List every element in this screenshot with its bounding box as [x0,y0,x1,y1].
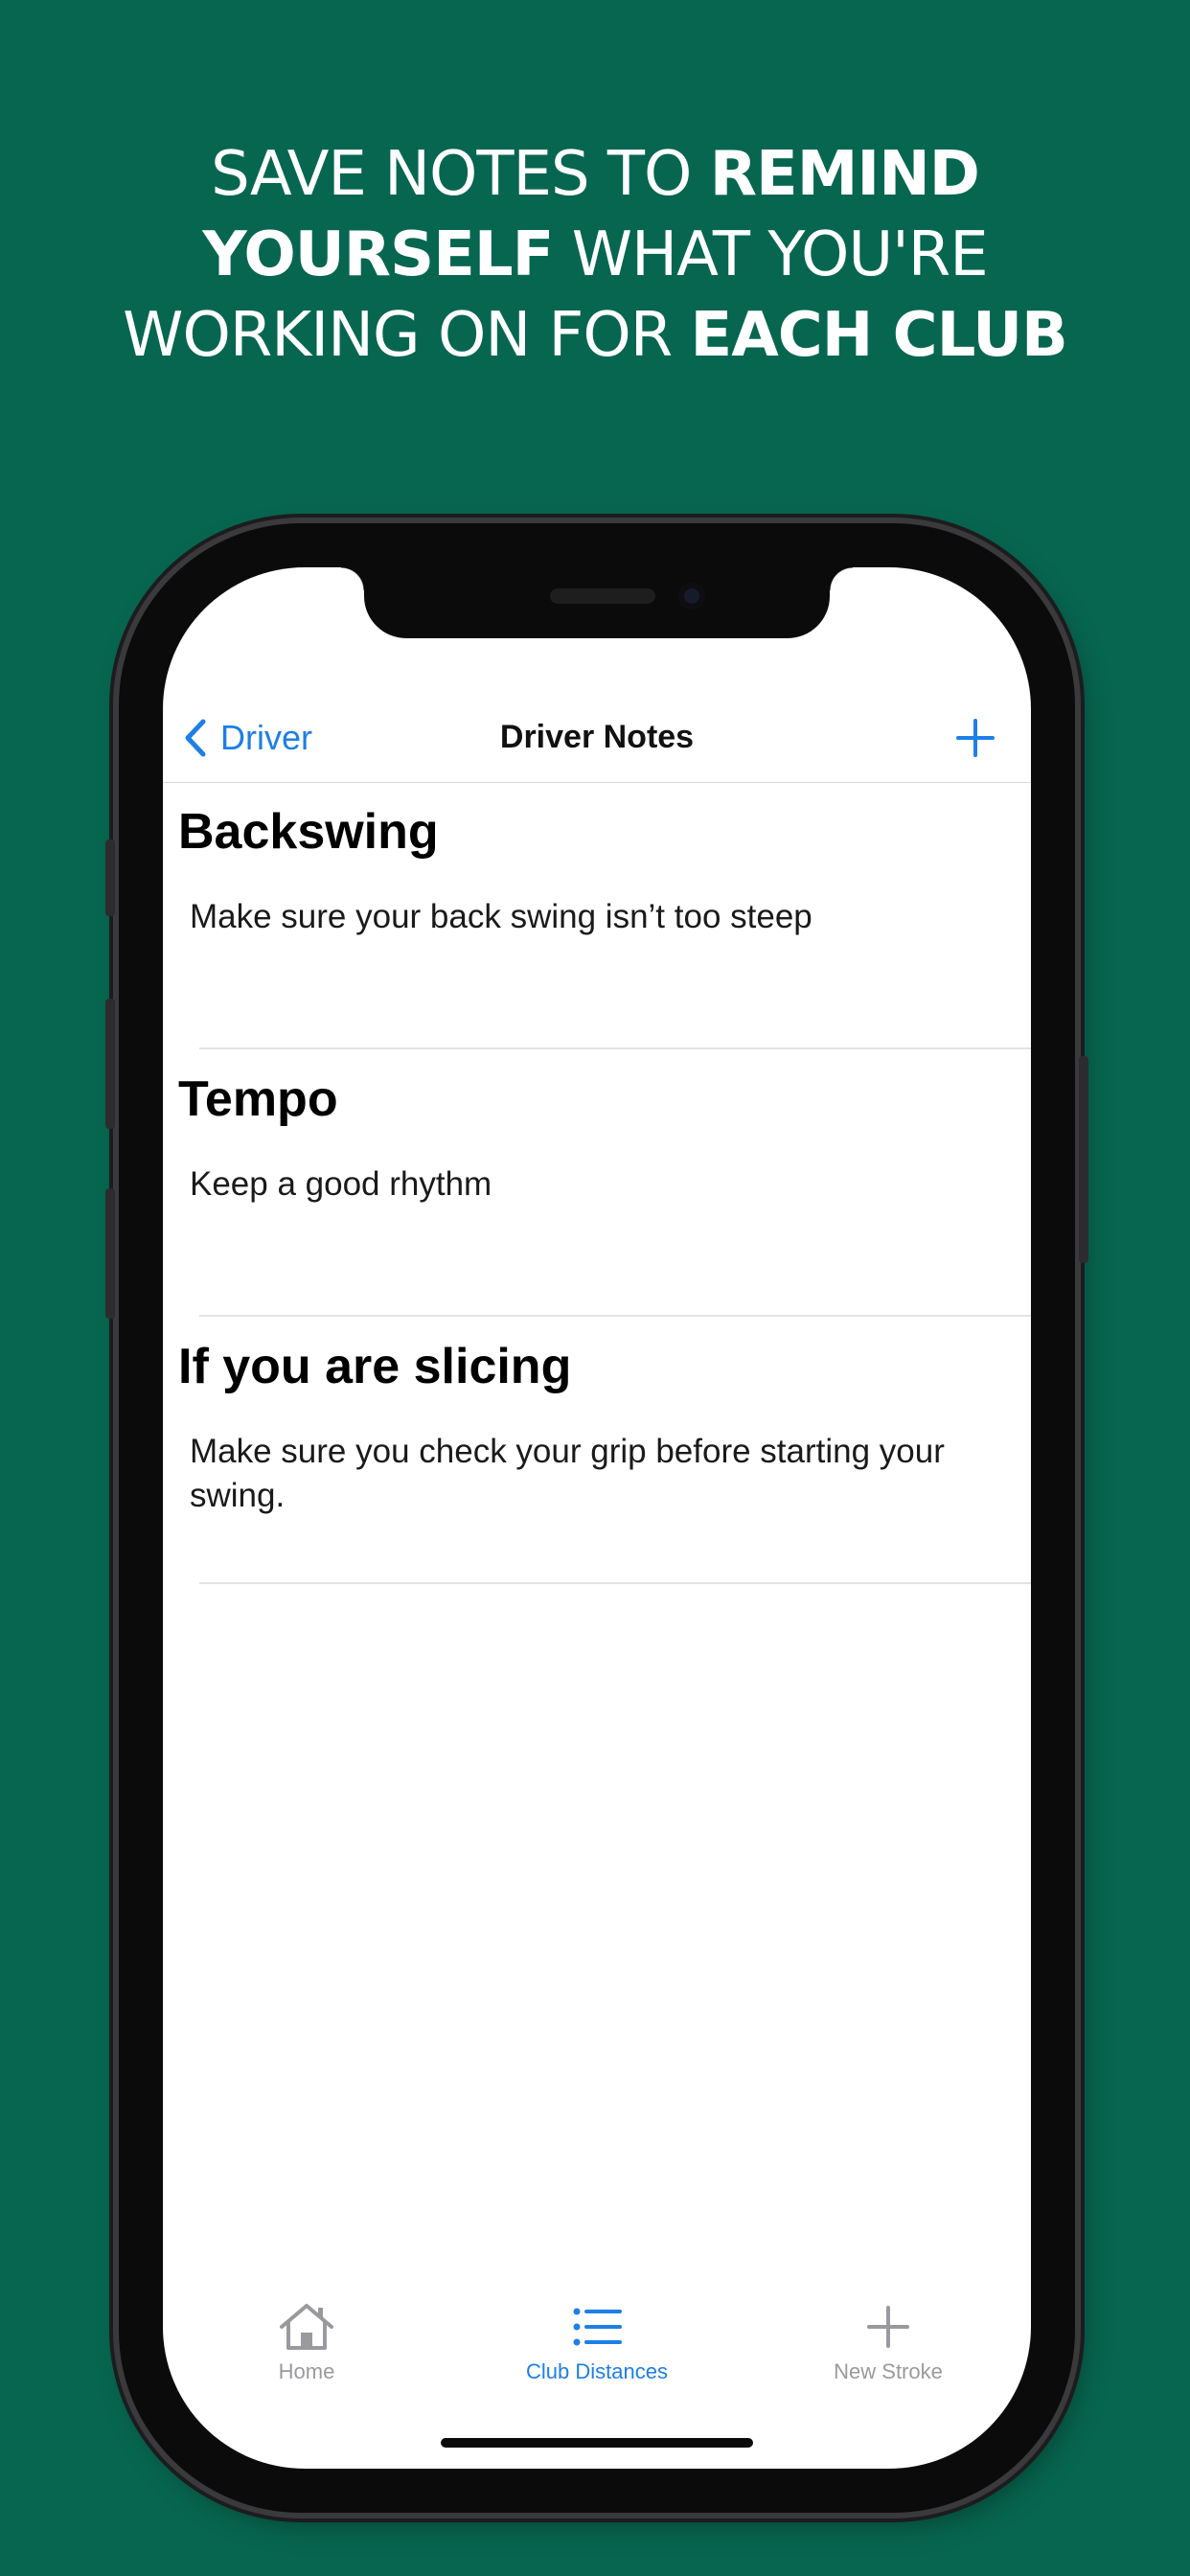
plus-icon [956,719,995,757]
note-title: If you are slicing [178,1339,572,1394]
headline-emphasis: EACH CLUB [690,300,1068,371]
home-indicator[interactable] [441,2438,753,2448]
tab-bar: Home Club Distances New Stroke [163,2302,1031,2407]
page-title: Driver Notes [499,719,695,755]
navigation-bar: Driver Driver Notes [163,694,1031,783]
earpiece-speaker [550,588,655,604]
volume-up-button [105,999,115,1129]
phone-screen: Driver Driver Notes Backswing Make sure … [163,567,1031,2469]
note-title: Backswing [178,804,439,860]
headline-text: WORKING ON FOR [123,300,691,371]
note-item[interactable]: If you are slicing Make sure you check y… [163,1317,1031,1584]
tab-label: Club Distances [526,2359,668,2383]
note-body: Make sure your back swing isn’t too stee… [190,898,812,935]
mute-switch [105,840,115,916]
headline-emphasis: REMIND [709,139,980,210]
power-button [1079,1056,1088,1263]
house-icon [280,2304,333,2350]
plus-icon [867,2306,909,2348]
note-body: Make sure you check your grip before sta… [190,1433,945,1514]
volume-down-button [105,1188,115,1319]
note-title: Tempo [178,1071,338,1127]
tab-home[interactable]: Home [192,2302,422,2384]
add-note-button[interactable] [956,719,995,757]
tab-club-distances[interactable]: Club Distances [482,2302,712,2384]
headline-line-2: YOURSELF WHAT YOU'RE [0,215,1190,295]
promo-headline: SAVE NOTES TO REMIND YOURSELF WHAT YOU'R… [0,134,1190,376]
headline-text: SAVE NOTES TO [211,139,710,210]
list-icon [573,2308,622,2346]
headline-line-3: WORKING ON FOR EACH CLUB [0,295,1190,376]
note-body: Keep a good rhythm [190,1165,492,1203]
phone-frame: Driver Driver Notes Backswing Make sure … [105,523,1088,2513]
front-camera [678,583,705,610]
divider [199,1582,1031,1584]
note-item[interactable]: Tempo Keep a good rhythm [163,1049,1031,1317]
notes-list: Backswing Make sure your back swing isn’… [163,782,1031,1584]
tab-label: Home [278,2359,335,2383]
notch [341,567,853,638]
headline-text: WHAT YOU'RE [553,219,989,290]
headline-line-1: SAVE NOTES TO REMIND [0,134,1190,215]
tab-new-stroke[interactable]: New Stroke [773,2302,1003,2384]
note-item[interactable]: Backswing Make sure your back swing isn’… [163,782,1031,1049]
headline-emphasis: YOURSELF [202,219,554,290]
tab-label: New Stroke [834,2359,943,2383]
